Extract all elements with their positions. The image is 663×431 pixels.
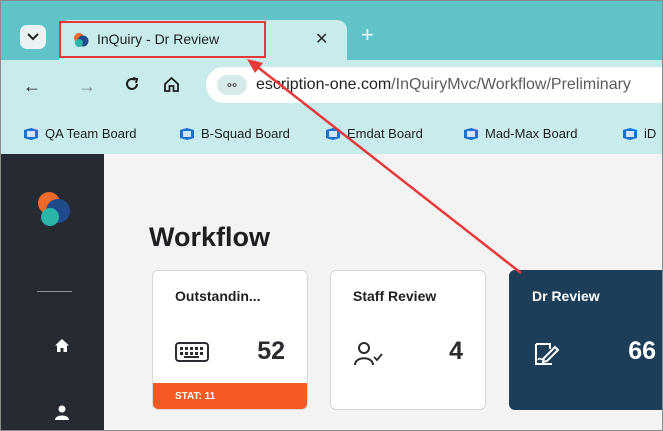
board-icon	[24, 127, 38, 140]
card-count: 52	[257, 337, 285, 365]
workflow-card-staff-review[interactable]: Staff Review 4	[330, 270, 486, 410]
bookmark-item[interactable]: B-Squad Board	[179, 126, 290, 141]
bookmark-item[interactable]: Mad-Max Board	[463, 126, 577, 141]
app-sidebar	[1, 154, 104, 430]
bookmark-item[interactable]: QA Team Board	[23, 126, 137, 141]
url-text: escription-one.com/InQuiryMvc/Workflow/P…	[256, 76, 631, 94]
browser-toolbar: ← → ⚯ escription-one.com/InQuiryMvc/Work…	[1, 60, 662, 112]
card-title: Outstandin...	[175, 288, 261, 304]
board-icon	[180, 127, 194, 140]
bookmark-item[interactable]: iD	[622, 126, 656, 141]
card-title: Staff Review	[353, 288, 437, 304]
site-info-icon[interactable]: ⚯	[217, 75, 247, 95]
workflow-card-dr-review[interactable]: Dr Review 66	[509, 270, 662, 410]
card-title: Dr Review	[532, 288, 600, 304]
board-icon	[464, 127, 478, 140]
bookmark-label: Emdat Board	[347, 126, 423, 141]
tab-highlight-box	[59, 21, 266, 58]
sidebar-divider	[37, 291, 72, 292]
user-icon[interactable]	[54, 404, 70, 420]
tab-close-button[interactable]: ✕	[315, 29, 328, 49]
bookmark-item[interactable]: Emdat Board	[325, 126, 423, 141]
reload-icon[interactable]	[124, 76, 140, 97]
card-count: 4	[449, 337, 463, 365]
home-icon[interactable]	[54, 338, 70, 353]
app-logo-icon	[38, 192, 70, 226]
url-host: escription-one.com	[256, 76, 392, 93]
workflow-card-outstanding[interactable]: Outstandin... 52 STAT: 11	[152, 270, 308, 410]
back-icon[interactable]: ←	[23, 76, 41, 97]
keyboard-icon	[175, 342, 209, 362]
tab-search-button[interactable]	[20, 25, 46, 49]
bookmark-label: iD	[644, 126, 657, 141]
card-count: 66	[628, 337, 656, 365]
user-check-icon	[354, 342, 383, 366]
bookmark-label: QA Team Board	[45, 126, 137, 141]
bookmark-label: B-Squad Board	[201, 126, 290, 141]
main-content: Workflow Outstandin... 52 STAT: 11 Staff…	[104, 154, 662, 430]
board-icon	[326, 127, 340, 140]
address-bar[interactable]: ⚯ escription-one.com/InQuiryMvc/Workflow…	[206, 67, 662, 103]
url-path: /InQuiryMvc/Workflow/Preliminary	[391, 76, 631, 93]
board-icon	[623, 127, 637, 140]
forward-icon[interactable]: →	[78, 76, 96, 97]
home-icon[interactable]	[163, 76, 180, 98]
new-tab-button[interactable]: +	[361, 22, 374, 48]
chevron-down-icon	[27, 33, 39, 41]
browser-window: InQuiry - Dr Review ✕ + ← → ⚯ escription…	[0, 0, 663, 431]
signature-icon	[535, 343, 560, 365]
page-title: Workflow	[149, 222, 270, 252]
bookmarks-bar: QA Team Board B-Squad Board Emdat Board …	[1, 112, 662, 154]
stat-badge: STAT: 11	[153, 383, 307, 409]
bookmark-label: Mad-Max Board	[485, 126, 578, 141]
